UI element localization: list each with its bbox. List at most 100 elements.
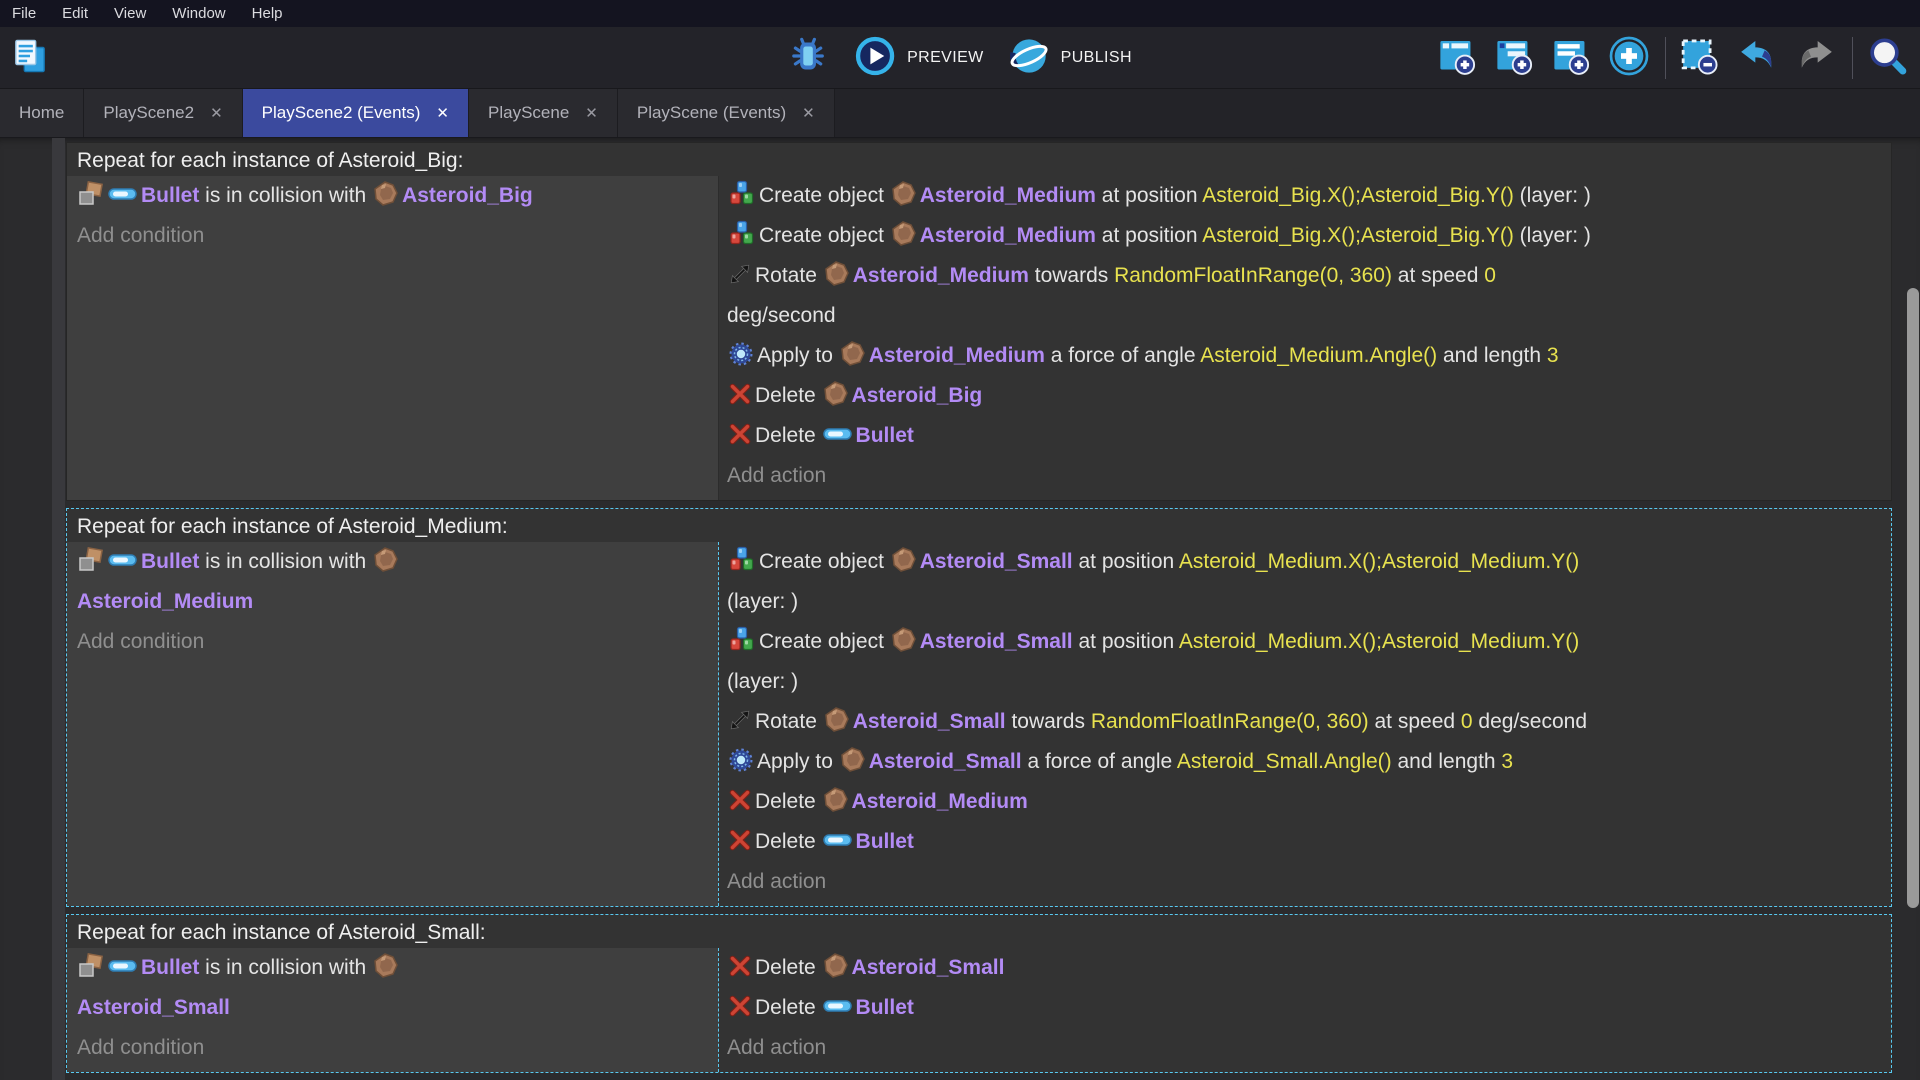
event-columns: Bullet is in collision with Asteroid_Sma… xyxy=(67,948,1891,1072)
project-manager-button[interactable] xyxy=(10,39,52,77)
search-button[interactable] xyxy=(1864,36,1912,80)
events-left-rail xyxy=(52,138,65,1080)
event-header[interactable]: Repeat for each instance of Asteroid_Sma… xyxy=(67,915,1891,948)
add-action-button[interactable]: Add action xyxy=(727,1028,1881,1068)
undo-icon xyxy=(1737,36,1777,76)
text-segment: (layer: ) xyxy=(1514,184,1591,207)
tab-playscene2-events[interactable]: PlayScene2 (Events)✕ xyxy=(243,89,469,137)
action-row[interactable]: Create object Asteroid_Small at position… xyxy=(727,542,1881,622)
condition-row[interactable]: Bullet is in collision with Asteroid_Med… xyxy=(77,542,708,622)
event-block-3[interactable]: Repeat for each instance of Asteroid_Sma… xyxy=(66,914,1892,1073)
toolbar-left xyxy=(0,39,52,77)
text-segment: Asteroid_Small xyxy=(852,956,1005,979)
tab-playscene[interactable]: PlayScene✕ xyxy=(469,89,618,137)
rotate-icon xyxy=(728,708,752,732)
add-action-button[interactable]: Add action xyxy=(727,862,1881,902)
action-row[interactable]: Delete Bullet xyxy=(727,822,1881,862)
toolbar: PREVIEW PUBLISH xyxy=(0,27,1920,89)
delete-icon xyxy=(728,994,752,1018)
close-icon[interactable]: ✕ xyxy=(210,104,223,122)
publish-button[interactable]: PUBLISH xyxy=(1006,36,1134,80)
text-segment: RandomFloatInRange(0, 360) xyxy=(1114,264,1392,287)
text-segment: Delete xyxy=(755,384,822,407)
text-segment: deg/second xyxy=(1473,710,1587,733)
asteroid-icon xyxy=(823,381,849,407)
add-condition-button[interactable]: Add condition xyxy=(77,216,708,256)
create-icon xyxy=(728,220,756,248)
text-segment: Asteroid_Small xyxy=(77,996,230,1019)
action-row[interactable]: Delete Asteroid_Medium xyxy=(727,782,1881,822)
text-segment: Asteroid_Medium xyxy=(869,344,1045,367)
action-row[interactable]: Create object Asteroid_Small at position… xyxy=(727,622,1881,702)
asteroid-icon xyxy=(824,707,850,733)
delete-icon xyxy=(728,954,752,978)
create-icon xyxy=(728,626,756,654)
condition-row[interactable]: Bullet is in collision with Asteroid_Big xyxy=(77,176,708,216)
tab-label: Home xyxy=(19,103,64,123)
remove-selection-button[interactable] xyxy=(1677,37,1723,79)
text-segment: is in collision with xyxy=(199,550,372,573)
toolbar-separator xyxy=(1665,37,1666,79)
text-segment: is in collision with xyxy=(199,956,372,979)
add-condition-button[interactable]: Add condition xyxy=(77,622,708,662)
text-segment: Asteroid_Medium.X();Asteroid_Medium.Y() xyxy=(1179,550,1579,573)
close-icon[interactable]: ✕ xyxy=(585,104,598,122)
toolbar-separator xyxy=(1852,37,1853,79)
debug-button[interactable] xyxy=(786,37,832,79)
event-block-2[interactable]: Repeat for each instance of Asteroid_Med… xyxy=(66,508,1892,907)
debug-icon xyxy=(789,37,827,75)
event-block-1[interactable]: Repeat for each instance of Asteroid_Big… xyxy=(66,142,1892,501)
text-segment: Delete xyxy=(755,790,822,813)
add-comment-button[interactable] xyxy=(1549,37,1595,79)
menu-item-help[interactable]: Help xyxy=(239,0,296,27)
action-row[interactable]: Delete Bullet xyxy=(727,988,1881,1028)
menu-item-view[interactable]: View xyxy=(101,0,159,27)
action-row[interactable]: Create object Asteroid_Medium at positio… xyxy=(727,216,1881,256)
event-header[interactable]: Repeat for each instance of Asteroid_Med… xyxy=(67,509,1891,542)
text-segment: is in collision with xyxy=(199,184,372,207)
asteroid-icon xyxy=(373,953,399,979)
menu-item-window[interactable]: Window xyxy=(159,0,238,27)
condition-row[interactable]: Bullet is in collision with Asteroid_Sma… xyxy=(77,948,708,1028)
action-row[interactable]: Create object Asteroid_Medium at positio… xyxy=(727,176,1881,216)
tab-playscene-events[interactable]: PlayScene (Events)✕ xyxy=(618,89,835,137)
action-row[interactable]: Apply to Asteroid_Medium a force of angl… xyxy=(727,336,1881,376)
action-row[interactable]: Apply to Asteroid_Small a force of angle… xyxy=(727,742,1881,782)
text-segment: Delete xyxy=(755,996,822,1019)
action-row[interactable]: Delete Bullet xyxy=(727,416,1881,456)
menu-item-file[interactable]: File xyxy=(8,0,49,27)
close-icon[interactable]: ✕ xyxy=(802,104,815,122)
asteroid-icon xyxy=(840,747,866,773)
action-row[interactable]: Delete Asteroid_Small xyxy=(727,948,1881,988)
add-instruction-button[interactable] xyxy=(1606,36,1654,80)
text-segment: Bullet xyxy=(856,830,914,853)
text-segment: at position xyxy=(1096,224,1202,247)
action-row[interactable]: Rotate Asteroid_Small towards RandomFloa… xyxy=(727,702,1881,742)
preview-button[interactable]: PREVIEW xyxy=(852,36,986,80)
bullet-icon xyxy=(823,830,853,850)
actions-panel: Delete Asteroid_SmallDelete BulletAdd ac… xyxy=(719,948,1891,1072)
event-header[interactable]: Repeat for each instance of Asteroid_Big… xyxy=(67,143,1891,176)
force-icon xyxy=(728,341,754,367)
tab-playscene2[interactable]: PlayScene2✕ xyxy=(84,89,242,137)
collision-icon xyxy=(78,547,104,573)
text-segment: Apply to xyxy=(757,750,839,773)
asteroid-icon xyxy=(824,261,850,287)
add-action-button[interactable]: Add action xyxy=(727,456,1881,496)
scrollbar-thumb[interactable] xyxy=(1907,288,1919,908)
text-segment: Asteroid_Big.X();Asteroid_Big.Y() xyxy=(1202,184,1514,207)
close-icon[interactable]: ✕ xyxy=(436,104,449,122)
add-condition-button[interactable]: Add condition xyxy=(77,1028,708,1068)
add-subevent-button[interactable] xyxy=(1492,37,1538,79)
add-event-button[interactable] xyxy=(1435,37,1481,79)
undo-button[interactable] xyxy=(1734,36,1782,80)
redo-button[interactable] xyxy=(1793,36,1841,80)
menu-bar: FileEditViewWindowHelp xyxy=(0,0,1920,27)
text-segment: Bullet xyxy=(856,424,914,447)
menu-item-edit[interactable]: Edit xyxy=(49,0,101,27)
text-segment: 0 xyxy=(1461,710,1473,733)
action-row[interactable]: Rotate Asteroid_Medium towards RandomFlo… xyxy=(727,256,1881,336)
tab-home[interactable]: Home xyxy=(0,89,84,137)
action-row[interactable]: Delete Asteroid_Big xyxy=(727,376,1881,416)
force-icon xyxy=(728,747,754,773)
